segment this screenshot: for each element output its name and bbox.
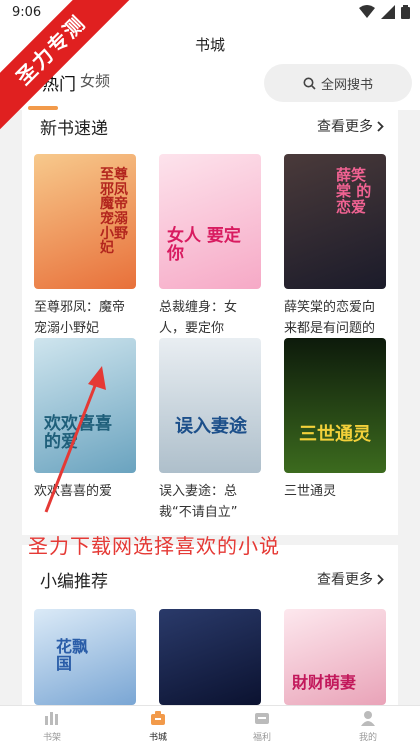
book-cover bbox=[159, 609, 261, 705]
nav-profile[interactable]: 我的 bbox=[338, 710, 398, 743]
nav-label: 书架 bbox=[42, 733, 61, 743]
book-item[interactable]: 財财萌妻 bbox=[284, 609, 386, 705]
book-item[interactable]: 三世通灵 三世通灵 bbox=[284, 338, 386, 502]
cover-text: 財财萌妻 bbox=[292, 673, 357, 692]
see-more-label: 查看更多 bbox=[317, 572, 373, 588]
book-title: 误入妻途：总裁“不请自立” bbox=[159, 484, 238, 520]
book-cover: 薛笑棠 的恋爱 bbox=[284, 154, 386, 289]
nav-label: 福利 bbox=[252, 733, 271, 743]
cover-text: 女人 要定你 bbox=[167, 226, 241, 264]
see-more-label: 查看更多 bbox=[317, 119, 373, 135]
book-title: 总裁缠身：女人，要定你 bbox=[159, 300, 238, 336]
nav-bookshelf[interactable]: 书架 bbox=[22, 710, 82, 743]
section-editor-picks: 小编推荐 查看更多 花飘国 財财萌妻 bbox=[22, 545, 398, 705]
book-cover: 三世通灵 bbox=[284, 338, 386, 473]
tab-female[interactable]: 女频 bbox=[80, 70, 110, 91]
gift-icon bbox=[255, 713, 269, 724]
book-item[interactable]: 女人 要定你 总裁缠身：女人，要定你 bbox=[159, 154, 261, 339]
cover-text: 薛笑棠 的恋爱 bbox=[336, 166, 372, 216]
search-button[interactable]: 全网搜书 bbox=[264, 64, 412, 102]
bookstore-icon bbox=[151, 711, 165, 725]
book-item[interactable]: 至尊邪凤 魔帝宠溺小野妃 至尊邪凤：魔帝宠溺小野妃 bbox=[34, 154, 136, 339]
cover-text: 误入妻途 bbox=[175, 416, 247, 437]
book-title: 薛笑棠的恋爱向来都是有问题的 bbox=[284, 300, 376, 336]
section-title: 新书速递 bbox=[40, 119, 108, 139]
profile-icon bbox=[361, 711, 375, 726]
section-title: 小编推荐 bbox=[40, 572, 108, 592]
search-label: 全网搜书 bbox=[320, 77, 373, 93]
cover-text: 至尊邪凤 魔帝宠溺小野妃 bbox=[100, 167, 128, 257]
book-item[interactable]: 花飘国 bbox=[34, 609, 136, 705]
nav-label: 书城 bbox=[148, 733, 167, 743]
cover-text: 花飘国 bbox=[56, 637, 89, 673]
battery-icon bbox=[401, 5, 410, 19]
signal-icon bbox=[381, 5, 395, 19]
bottom-nav: 书架 书城 福利 我的 bbox=[0, 705, 420, 748]
annotation-arrow bbox=[44, 366, 106, 513]
book-cover: 花飘国 bbox=[34, 609, 136, 705]
see-more-button[interactable]: 查看更多 bbox=[317, 569, 384, 589]
status-icons bbox=[359, 5, 410, 19]
book-cover: 至尊邪凤 魔帝宠溺小野妃 bbox=[34, 154, 136, 289]
book-title: 三世通灵 bbox=[284, 484, 337, 499]
book-item[interactable]: 误入妻途 误入妻途：总裁“不请自立” bbox=[159, 338, 261, 523]
nav-welfare[interactable]: 福利 bbox=[232, 710, 292, 743]
bookshelf-icon bbox=[45, 712, 58, 725]
book-title: 至尊邪凤：魔帝宠溺小野妃 bbox=[34, 300, 126, 336]
book-cover: 女人 要定你 bbox=[159, 154, 261, 289]
book-item[interactable] bbox=[159, 609, 261, 705]
nav-bookstore[interactable]: 书城 bbox=[128, 710, 188, 743]
nav-label: 我的 bbox=[358, 733, 377, 743]
chevron-right-icon bbox=[377, 573, 384, 585]
book-cover: 財财萌妻 bbox=[284, 609, 386, 705]
book-item[interactable]: 薛笑棠 的恋爱 薛笑棠的恋爱向来都是有问题的 bbox=[284, 154, 386, 339]
search-icon bbox=[303, 77, 316, 90]
cover-text: 三世通灵 bbox=[299, 424, 371, 445]
chevron-right-icon bbox=[377, 120, 384, 132]
app-screen: 9:06 书城 热门 女频 全网搜书 新书速递 查看更多 至尊邪凤 魔帝宠溺小野… bbox=[0, 0, 420, 748]
book-cover: 误入妻途 bbox=[159, 338, 261, 473]
wifi-icon bbox=[359, 5, 375, 18]
status-time: 9:06 bbox=[12, 5, 42, 20]
see-more-button[interactable]: 查看更多 bbox=[317, 116, 384, 136]
annotation-caption: 圣力下载网选择喜欢的小说 bbox=[28, 534, 280, 558]
